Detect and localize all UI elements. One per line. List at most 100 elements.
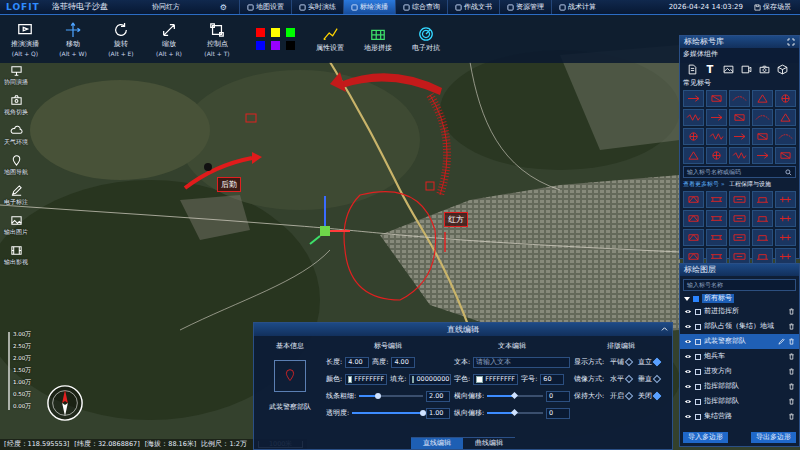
- slider[interactable]: [352, 412, 423, 414]
- nav-tab[interactable]: 作战文书: [447, 0, 499, 14]
- trash-icon[interactable]: [788, 413, 795, 420]
- trash-icon[interactable]: [788, 398, 795, 405]
- text-icon[interactable]: T: [703, 62, 717, 76]
- symbol-tile[interactable]: [729, 191, 750, 208]
- text-input[interactable]: 请输入文本: [473, 357, 570, 368]
- eye-icon[interactable]: [684, 353, 692, 360]
- sidebar-item[interactable]: 输出图片: [0, 214, 32, 237]
- symbol-tile[interactable]: [775, 109, 796, 126]
- image-icon[interactable]: [721, 62, 735, 76]
- slider[interactable]: [359, 395, 423, 397]
- layer-action-button[interactable]: 导入多边形: [683, 432, 728, 443]
- symbol-tile[interactable]: [752, 90, 773, 107]
- nav-tab[interactable]: 地图设置: [239, 0, 291, 14]
- symbol-tile[interactable]: [775, 210, 796, 227]
- slider-value[interactable]: 0: [546, 408, 570, 419]
- slider[interactable]: [487, 412, 543, 414]
- color-swatch[interactable]: [256, 28, 265, 37]
- radio-option[interactable]: 开启: [610, 392, 632, 401]
- nav-tab[interactable]: 综合查询: [395, 0, 447, 14]
- edit-icon[interactable]: [778, 338, 785, 345]
- eye-icon[interactable]: [684, 338, 692, 345]
- layer-row[interactable]: 武装警察部队: [680, 334, 799, 349]
- symbol-tile[interactable]: [706, 210, 727, 227]
- map-label[interactable]: 后勤: [217, 177, 241, 192]
- layer-row[interactable]: 前进指挥所: [680, 304, 799, 319]
- symbol-tile[interactable]: [752, 109, 773, 126]
- number-field[interactable]: 4.00: [391, 357, 415, 368]
- trash-icon[interactable]: [788, 323, 795, 330]
- symbol-tile[interactable]: [729, 147, 750, 164]
- editor-tab[interactable]: 直线编辑: [411, 437, 463, 449]
- expand-icon[interactable]: [787, 38, 795, 46]
- more-symbols-link[interactable]: 查看更多标号 »: [683, 180, 725, 189]
- tool-button[interactable]: 移动(Alt + W): [52, 22, 94, 57]
- symbol-tile[interactable]: [683, 229, 704, 246]
- slider-value[interactable]: 2.00: [426, 391, 450, 402]
- symbol-tile[interactable]: [752, 147, 773, 164]
- color-swatch[interactable]: [256, 41, 265, 50]
- symbol-tile[interactable]: [729, 210, 750, 227]
- symbol-tile[interactable]: [775, 229, 796, 246]
- symbol-tile[interactable]: [752, 128, 773, 145]
- symbol-tile[interactable]: [683, 90, 704, 107]
- layer-root[interactable]: 所有标号: [680, 293, 799, 304]
- layer-row[interactable]: 指挥部部队: [680, 379, 799, 394]
- symbol-tile[interactable]: [683, 147, 704, 164]
- layer-row[interactable]: 集结营路: [680, 409, 799, 424]
- slider[interactable]: [487, 395, 543, 397]
- tool-button[interactable]: 推演演播(Alt + Q): [4, 22, 46, 57]
- sidebar-item[interactable]: 视角切换: [0, 94, 32, 117]
- symbol-tile[interactable]: [683, 191, 704, 208]
- symbol-tile[interactable]: [706, 191, 727, 208]
- nav-tab[interactable]: 标绘演播: [343, 0, 395, 14]
- radio-option[interactable]: 直立: [638, 358, 660, 367]
- font-color-field[interactable]: FFFFFFFF: [473, 374, 518, 385]
- layer-search[interactable]: 输入标号名称: [683, 279, 796, 291]
- doc-icon[interactable]: [685, 62, 699, 76]
- symbol-category[interactable]: 工程保障与设施: [729, 180, 771, 189]
- color-swatch[interactable]: [286, 41, 295, 50]
- radio-option[interactable]: 水平: [610, 375, 632, 384]
- symbol-tile[interactable]: [706, 90, 727, 107]
- symbol-tile[interactable]: [775, 128, 796, 145]
- action-button[interactable]: 属性设置: [309, 26, 351, 53]
- symbol-tile[interactable]: [706, 128, 727, 145]
- symbol-tile[interactable]: [752, 229, 773, 246]
- sidebar-item[interactable]: 电子标注: [0, 184, 32, 207]
- sidebar-item[interactable]: 地图导航: [0, 154, 32, 177]
- eye-icon[interactable]: [684, 308, 692, 315]
- symbol-tile[interactable]: [706, 147, 727, 164]
- save-button[interactable]: 保存场景: [751, 2, 794, 12]
- caret-icon[interactable]: [684, 297, 690, 301]
- tool-button[interactable]: 缩放(Alt + R): [148, 22, 190, 57]
- color-field[interactable]: 00000000: [409, 374, 451, 385]
- trash-icon[interactable]: [788, 368, 795, 375]
- color-field[interactable]: FFFFFFFF: [345, 374, 387, 385]
- symbol-tile[interactable]: [706, 229, 727, 246]
- trash-icon[interactable]: [788, 353, 795, 360]
- cube-icon[interactable]: [775, 62, 789, 76]
- symbol-tile[interactable]: [729, 109, 750, 126]
- layer-row[interactable]: 部队占领（集结）地域: [680, 319, 799, 334]
- settings-button[interactable]: ⚙: [220, 3, 227, 12]
- color-swatch[interactable]: [271, 28, 280, 37]
- sidebar-item[interactable]: 天气环境: [0, 124, 32, 147]
- color-swatch[interactable]: [271, 41, 280, 50]
- symbol-tile[interactable]: [729, 128, 750, 145]
- number-field[interactable]: 4.00: [345, 357, 369, 368]
- tool-button[interactable]: 旋转(Alt + E): [100, 22, 142, 57]
- symbol-tile[interactable]: [775, 90, 796, 107]
- trash-icon[interactable]: [788, 383, 795, 390]
- layer-row[interactable]: 进攻方向: [680, 364, 799, 379]
- layer-action-button[interactable]: 导出多边形: [751, 432, 796, 443]
- eye-icon[interactable]: [684, 368, 692, 375]
- symbol-tile[interactable]: [729, 90, 750, 107]
- tool-button[interactable]: 控制点(Alt + T): [196, 22, 238, 57]
- action-button[interactable]: 电子对抗: [405, 26, 447, 53]
- nav-tab[interactable]: 资源管理: [499, 0, 551, 14]
- nav-tab[interactable]: 实时演练: [291, 0, 343, 14]
- symbol-tile[interactable]: [683, 210, 704, 227]
- trash-icon[interactable]: [788, 308, 795, 315]
- editor-tab[interactable]: 曲线编辑: [463, 437, 515, 449]
